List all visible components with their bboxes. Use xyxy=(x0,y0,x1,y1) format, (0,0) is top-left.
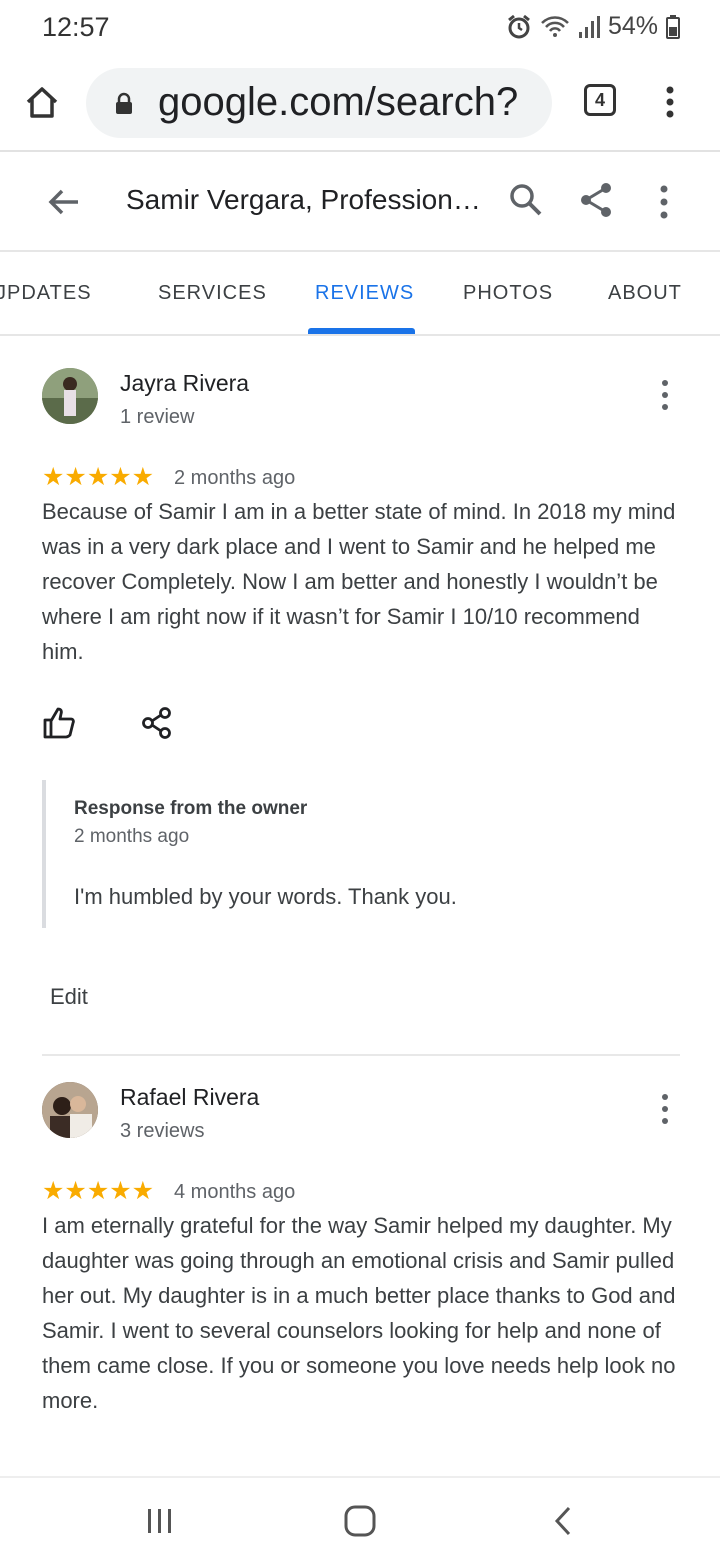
tab-about[interactable]: ABOUT xyxy=(608,282,682,305)
more-vert-icon[interactable] xyxy=(650,182,678,222)
avatar-photo xyxy=(42,368,98,424)
active-tab-indicator xyxy=(308,328,415,334)
url-text: google.com/search? xyxy=(158,80,519,124)
status-bar: 12:57 54% xyxy=(0,0,720,54)
tab-photos[interactable]: PHOTOS xyxy=(463,282,553,305)
browser-toolbar: google.com/search? 4 xyxy=(0,62,720,144)
review-divider xyxy=(42,1054,680,1056)
status-icons: 54% xyxy=(506,12,680,41)
tab-updates[interactable]: JPDATES xyxy=(0,282,92,305)
more-vert-icon[interactable] xyxy=(652,378,678,412)
owner-response-text: I'm humbled by your words. Thank you. xyxy=(74,884,457,909)
system-nav-bar xyxy=(0,1476,720,1560)
avatar[interactable] xyxy=(42,1082,98,1138)
status-time: 12:57 xyxy=(42,12,110,42)
review-date: 4 months ago xyxy=(174,1181,296,1203)
alarm-icon xyxy=(508,14,530,38)
owner-response: Response from the owner 2 months ago I'm… xyxy=(42,780,642,928)
avatar[interactable] xyxy=(42,368,98,424)
share-icon[interactable] xyxy=(576,180,616,220)
tab-bar: JPDATES SERVICES REVIEWS PHOTOS ABOUT xyxy=(0,250,720,336)
thumbs-up-icon[interactable] xyxy=(42,706,76,740)
star-rating: ★★★★★ xyxy=(42,463,155,491)
tab-reviews[interactable]: REVIEWS xyxy=(315,282,414,305)
back-arrow-icon[interactable] xyxy=(44,182,84,222)
recents-icon[interactable] xyxy=(146,1508,174,1534)
review-count: 1 review xyxy=(120,406,195,428)
review-text: Because of Samir I am in a better state … xyxy=(42,499,676,664)
battery-icon xyxy=(666,14,680,39)
edit-response-button[interactable]: Edit xyxy=(50,984,88,1010)
address-bar[interactable]: google.com/search? xyxy=(86,68,552,138)
page-title: Samir Vergara, Professional... xyxy=(126,184,492,215)
app-header: Samir Vergara, Professional... xyxy=(0,152,720,250)
battery-percent: 54% xyxy=(607,12,658,40)
avatar-photo xyxy=(42,1082,98,1138)
share-icon[interactable] xyxy=(140,706,174,740)
review-text: I am eternally grateful for the way Sami… xyxy=(42,1213,676,1413)
lock-icon xyxy=(116,92,132,114)
owner-response-title: Response from the owner xyxy=(74,798,308,819)
wifi-icon xyxy=(541,15,569,37)
more-vert-icon[interactable] xyxy=(656,84,684,120)
tab-services[interactable]: SERVICES xyxy=(158,282,267,305)
reviewer-name[interactable]: Jayra Rivera xyxy=(120,370,249,397)
reviewer-name[interactable]: Rafael Rivera xyxy=(120,1084,259,1111)
search-icon[interactable] xyxy=(506,180,546,220)
signal-icon xyxy=(578,15,600,38)
more-vert-icon[interactable] xyxy=(652,1092,678,1126)
home-icon[interactable] xyxy=(22,82,62,122)
review-date: 2 months ago xyxy=(174,467,296,489)
nav-back-icon[interactable] xyxy=(552,1506,574,1536)
review-count: 3 reviews xyxy=(120,1120,205,1142)
owner-response-date: 2 months ago xyxy=(74,826,190,847)
star-rating: ★★★★★ xyxy=(42,1177,155,1205)
tab-switcher-icon[interactable]: 4 xyxy=(584,84,616,116)
nav-home-icon[interactable] xyxy=(344,1505,376,1537)
